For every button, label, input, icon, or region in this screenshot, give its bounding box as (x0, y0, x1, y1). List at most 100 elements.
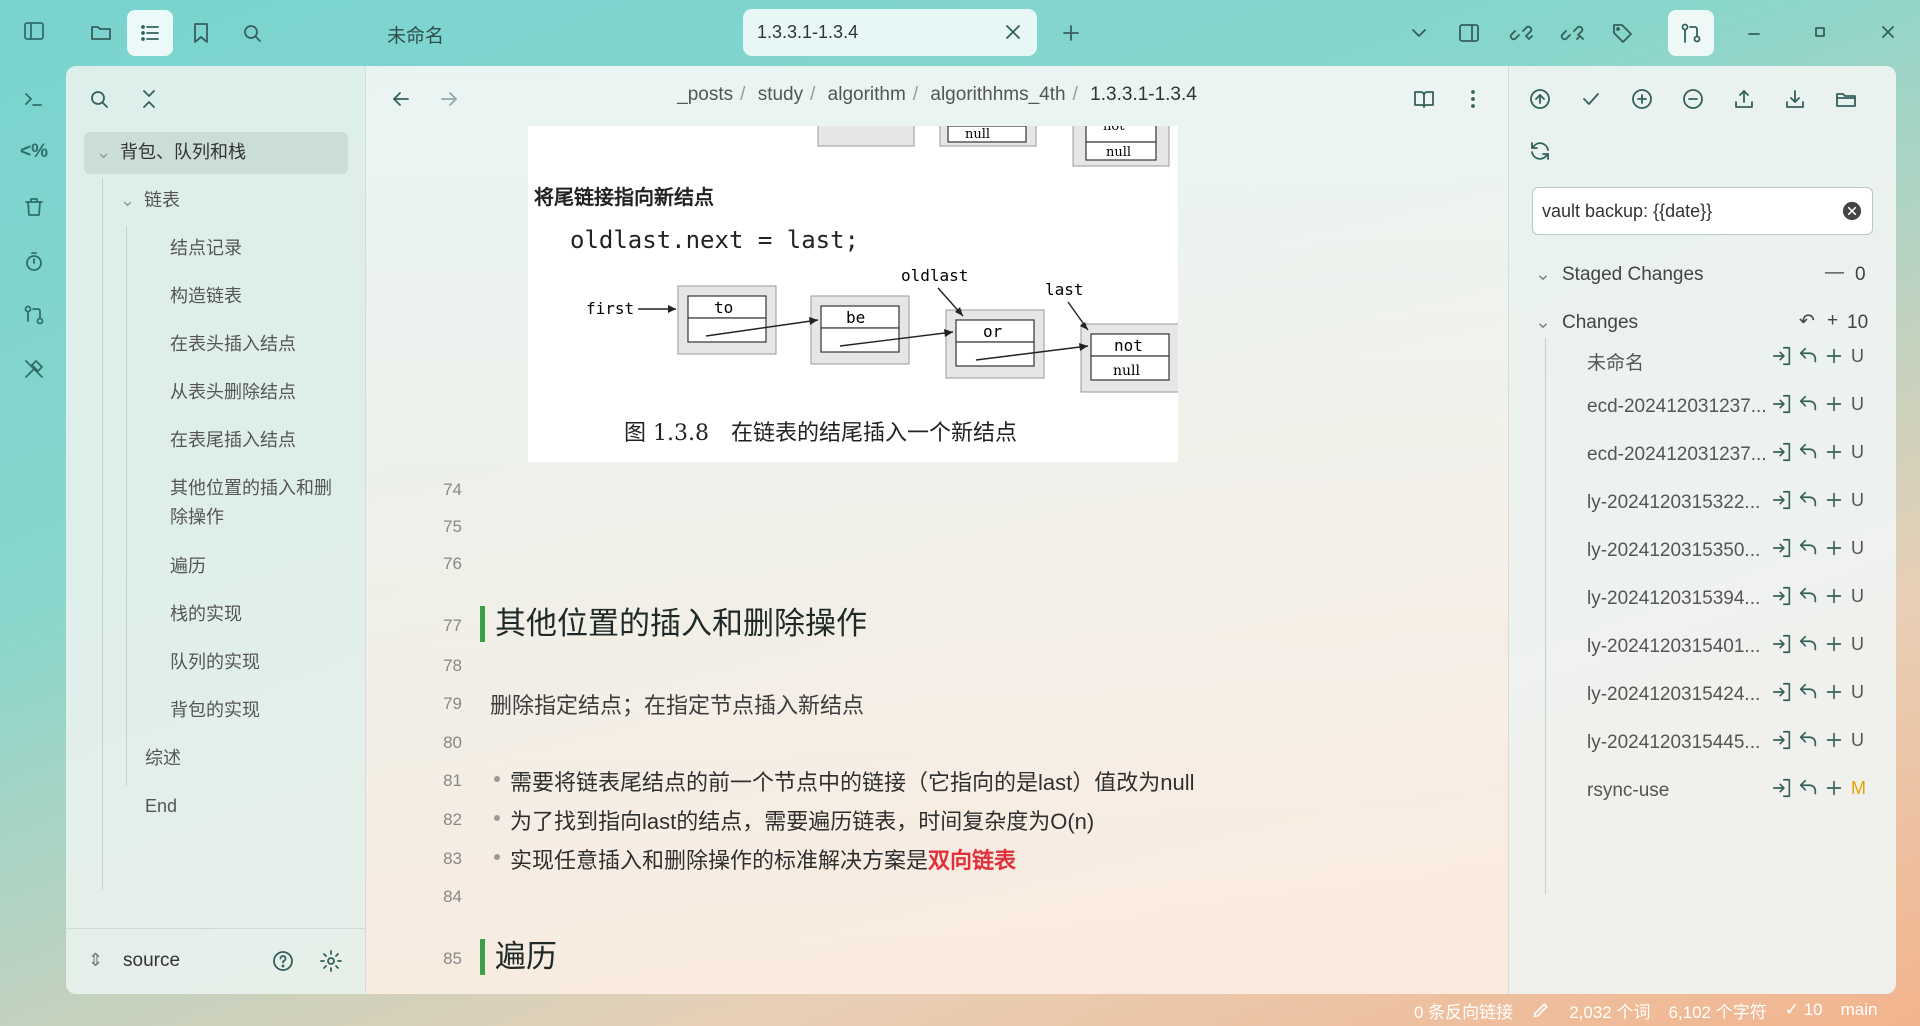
change-file-name[interactable]: ly-2024120315401... (1587, 636, 1767, 658)
outline-group[interactable]: 链表 (144, 186, 180, 215)
discard-change-icon[interactable] (1797, 729, 1819, 751)
stage-change-icon[interactable] (1823, 681, 1845, 703)
chevron-down-icon[interactable]: ⌄ (96, 138, 111, 167)
outline-item[interactable]: 在表尾插入结点 (170, 426, 296, 455)
open-file-icon[interactable] (1771, 585, 1793, 607)
outline-icon[interactable] (127, 10, 173, 56)
commit-message-input[interactable]: vault backup: {{date}} (1532, 187, 1873, 235)
outline-item[interactable]: 结点记录 (170, 234, 242, 263)
sidebar-toggle-icon[interactable] (17, 14, 51, 48)
open-file-icon[interactable] (1771, 345, 1793, 367)
open-file-icon[interactable] (1771, 489, 1793, 511)
change-file-name[interactable]: ly-2024120315322... (1587, 492, 1767, 514)
outline-item[interactable]: 遍历 (170, 552, 206, 581)
timer-icon[interactable] (17, 245, 51, 279)
outline-root[interactable]: 背包、队列和栈 (120, 138, 246, 167)
stage-change-icon[interactable] (1823, 585, 1845, 607)
template-icon[interactable]: <% (17, 135, 51, 169)
breadcrumb-item[interactable]: study (758, 84, 803, 105)
discard-change-icon[interactable] (1797, 681, 1819, 703)
discard-all-icon[interactable]: ↶ (1799, 310, 1815, 333)
download-icon[interactable] (1775, 79, 1815, 119)
vault-name[interactable]: source (123, 946, 180, 975)
folder-icon[interactable] (78, 10, 124, 56)
close-tab-icon[interactable] (1001, 20, 1025, 44)
push-icon[interactable] (1549, 10, 1595, 56)
search-icon[interactable] (229, 10, 275, 56)
breadcrumb-item[interactable]: _posts (677, 84, 733, 105)
chevron-down-icon[interactable] (1396, 10, 1442, 56)
open-file-icon[interactable] (1771, 393, 1793, 415)
clear-input-icon[interactable] (1841, 200, 1863, 222)
backlinks-count[interactable]: 0 条反向链接 (1414, 998, 1513, 1023)
stage-change-icon[interactable] (1823, 537, 1845, 559)
stage-change-icon[interactable] (1823, 489, 1845, 511)
stage-all-plus-icon[interactable]: + (1827, 310, 1838, 332)
more-options-icon[interactable] (1456, 82, 1490, 116)
change-file-name[interactable]: rsync-use (1587, 780, 1767, 802)
paint-tool-icon[interactable] (17, 352, 51, 386)
outline-item[interactable]: 栈的实现 (170, 600, 242, 629)
collapse-all-icon[interactable] (132, 82, 166, 116)
chevron-down-icon[interactable]: ⌄ (120, 186, 135, 215)
close-window-icon[interactable] (1866, 10, 1910, 54)
stage-change-icon[interactable] (1823, 777, 1845, 799)
discard-change-icon[interactable] (1797, 537, 1819, 559)
breadcrumb-item[interactable]: 1.3.3.1-1.3.4 (1090, 84, 1197, 105)
pull-icon[interactable] (1498, 10, 1544, 56)
stage-change-icon[interactable] (1823, 393, 1845, 415)
discard-change-icon[interactable] (1797, 393, 1819, 415)
sync-status[interactable]: ✓ 10 (1785, 1000, 1823, 1020)
change-file-name[interactable]: ly-2024120315350... (1587, 540, 1767, 562)
stage-all-icon[interactable] (1622, 79, 1662, 119)
discard-change-icon[interactable] (1797, 441, 1819, 463)
change-file-name[interactable]: ly-2024120315424... (1587, 684, 1767, 706)
breadcrumb-item[interactable]: algorithm (828, 84, 906, 105)
discard-change-icon[interactable] (1797, 777, 1819, 799)
open-file-icon[interactable] (1771, 681, 1793, 703)
reading-mode-icon[interactable] (1407, 82, 1441, 116)
stage-change-icon[interactable] (1823, 633, 1845, 655)
staged-changes-label[interactable]: Staged Changes (1562, 264, 1704, 286)
unstage-all-icon[interactable] (1673, 79, 1713, 119)
discard-change-icon[interactable] (1797, 489, 1819, 511)
changes-label[interactable]: Changes (1562, 312, 1638, 334)
stage-change-icon[interactable] (1823, 729, 1845, 751)
edit-mode-icon[interactable] (1531, 1000, 1551, 1020)
vault-switch-icon[interactable]: ⇕ (88, 946, 103, 975)
discard-change-icon[interactable] (1797, 633, 1819, 655)
settings-gear-icon[interactable] (314, 944, 348, 978)
open-file-icon[interactable] (1771, 729, 1793, 751)
change-file-name[interactable]: ly-2024120315445... (1587, 732, 1767, 754)
refresh-icon[interactable] (1520, 131, 1560, 171)
outline-item[interactable]: End (145, 792, 177, 821)
unstage-all-minus-icon[interactable]: — (1825, 262, 1844, 284)
open-file-icon[interactable] (1771, 777, 1793, 799)
discard-change-icon[interactable] (1797, 345, 1819, 367)
outline-item[interactable]: 从表头删除结点 (170, 378, 296, 407)
outline-item[interactable]: 构造链表 (170, 282, 242, 311)
stage-change-icon[interactable] (1823, 345, 1845, 367)
terminal-icon[interactable] (17, 82, 51, 116)
minimize-icon[interactable] (1732, 10, 1776, 54)
outline-item[interactable]: 背包的实现 (170, 696, 260, 725)
change-file-name[interactable]: ecd-202412031237... (1587, 444, 1767, 466)
outline-item[interactable]: 在表头插入结点 (170, 330, 296, 359)
outline-item[interactable]: 综述 (145, 744, 181, 773)
breadcrumb-item[interactable]: algorithhms_4th (930, 84, 1065, 105)
maximize-icon[interactable] (1798, 10, 1842, 54)
new-tab-icon[interactable] (1048, 10, 1094, 56)
outline-search-icon[interactable] (82, 82, 116, 116)
commit-check-icon[interactable] (1571, 79, 1611, 119)
help-icon[interactable] (266, 944, 300, 978)
push-arrow-up-icon[interactable] (1520, 79, 1560, 119)
tags-icon[interactable] (1600, 10, 1646, 56)
change-file-name[interactable]: ly-2024120315394... (1587, 588, 1767, 610)
branch-name[interactable]: main (1841, 1000, 1878, 1020)
bookmark-icon[interactable] (178, 10, 224, 56)
source-control-icon[interactable] (1668, 10, 1714, 56)
chevron-down-icon[interactable]: ⌄ (1535, 311, 1551, 334)
upload-icon[interactable] (1724, 79, 1764, 119)
discard-change-icon[interactable] (1797, 585, 1819, 607)
open-file-icon[interactable] (1771, 633, 1793, 655)
